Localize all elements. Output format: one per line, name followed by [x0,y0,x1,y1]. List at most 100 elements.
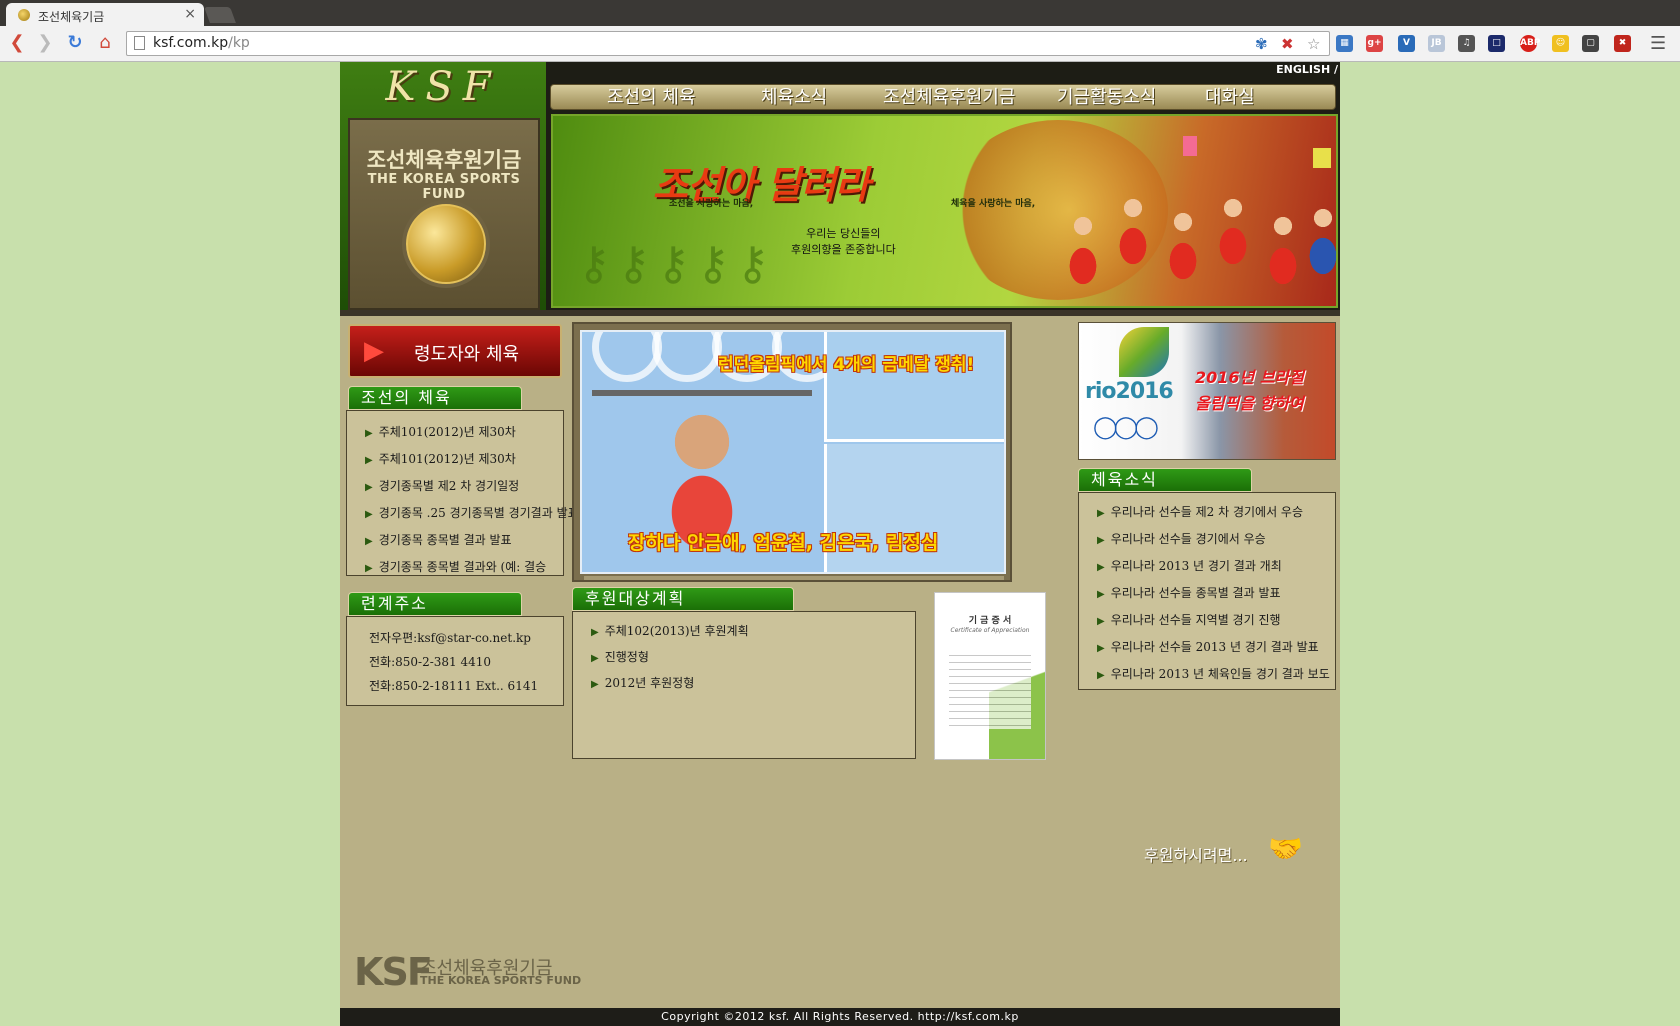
fund-name-en: THE KOREA SPORTS FUND [367,172,521,202]
language-links[interactable]: ENGLISH / [1276,63,1338,76]
site-logo[interactable]: KSF [340,64,546,116]
notification-bell-icon[interactable]: ♫ [1458,35,1475,52]
photo-caption-top: 런던올림픽에서 4개의 금메달 쟁취! [718,355,975,375]
address-bar[interactable]: ksf.com.kp/kp ✾ ✖ ☆ [126,31,1330,56]
url-path: /kp [228,35,250,51]
nav-sports-fund[interactable]: 조선체육후원기금 [883,85,1015,111]
list-item[interactable]: ▶ 경기종목 종목별 결과와 (예: 결승 [365,558,546,575]
bullet-arrow-icon: ▶ [365,455,373,466]
list-item[interactable]: ▶ 경기종목별 제2 차 경기일정 [365,477,519,494]
list-item[interactable]: ▶ 우리나라 선수들 지역별 경기 진행 [1097,611,1281,628]
sports-news-list: ▶ 우리나라 선수들 제2 차 경기에서 우승 ▶ 우리나라 선수들 경기에서 우승… [1078,492,1336,690]
browser-menu-icon[interactable]: ☰ [1650,33,1666,54]
bullet-arrow-icon: ▶ [1097,670,1105,681]
list-item[interactable]: ▶ 우리나라 2013 년 경기 결과 개최 [1097,557,1282,574]
extension-v-icon[interactable]: V [1398,35,1415,52]
list-item-label: 경기종목별 제2 차 경기일정 [378,479,520,493]
contact-email[interactable]: 전자우편:ksf@star-co.net.kp [369,629,531,646]
list-item[interactable]: ▶ 우리나라 2013 년 체육인들 경기 결과 보도 [1097,665,1330,682]
athletes-photo [1053,126,1336,306]
contact-box: 전자우편:ksf@star-co.net.kp 전화:850-2-381 441… [346,616,564,706]
certificate-title: 기 금 증 서 [968,616,1012,626]
contact-phone-ext: 전화:850-2-18111 Ext.. 6141 [369,679,539,693]
korea-sports-tab[interactable]: 조선의 체육 [348,386,522,410]
adblock-icon[interactable]: ABP [1520,35,1540,52]
list-item-label: 우리나라 선수들 종목별 결과 발표 [1110,586,1281,600]
extension-book-icon[interactable]: □ [1488,35,1505,52]
list-item-label: 경기종목 종목별 결과와 (예: 결승 [378,560,547,574]
list-item[interactable]: ▶ 우리나라 선수들 제2 차 경기에서 우승 [1097,503,1303,520]
nav-sports-news[interactable]: 체육소식 [761,85,827,111]
list-item[interactable]: ▶ 경기종목 종목별 결과 발표 [365,531,512,548]
bullet-arrow-icon: ▶ [365,563,373,574]
certificate-thumbnail[interactable]: 기 금 증 서 Certificate of Appreciation [934,592,1046,760]
close-tab-icon[interactable]: × [184,6,196,22]
nav-korea-sports[interactable]: 조선의 체육 [607,85,696,111]
forward-icon[interactable]: ❯ [34,32,56,54]
bookmark-star-icon[interactable]: ☆ [1307,35,1320,53]
list-item[interactable]: ▶ 진행정형 [591,648,649,665]
bullet-arrow-icon: ▶ [1097,643,1105,654]
list-item[interactable]: ▶ 2012년 후원정형 [591,674,694,691]
list-item-label: 주체101(2012)년 제30차 [378,452,516,466]
bullet-arrow-icon: ▶ [365,482,373,493]
extension-x-icon[interactable]: ✖ [1614,35,1631,52]
extension-gplus-icon[interactable]: g+ [1366,35,1383,52]
bullet-arrow-icon: ▶ [1097,508,1105,519]
list-item-label: 우리나라 선수들 지역별 경기 진행 [1110,613,1281,627]
sports-news-tab[interactable]: 체육소식 [1078,468,1252,492]
nav-chat-room[interactable]: 대화실 [1205,85,1255,111]
copyright-footer: Copyright ©2012 ksf. All Rights Reserved… [340,1008,1340,1026]
reload-icon[interactable]: ↻ [64,32,86,54]
list-item[interactable]: ▶ 우리나라 선수들 경기에서 우승 [1097,530,1266,547]
tab-title: 조선체육기금 [38,10,105,24]
list-item[interactable]: ▶ 주체101(2012)년 제30차 [365,423,516,440]
banner-sub2: 체육을 사랑하는 마음, [951,199,1036,209]
rio-line1: 2016년 브라질 [1195,368,1304,387]
sponsor-link[interactable]: 후원하시려면... 🤝 [1144,832,1340,872]
cast-icon[interactable]: ▢ [1582,35,1599,52]
url-text[interactable]: ksf.com.kp/kp [153,35,250,51]
extension-smile-icon[interactable]: ☺ [1552,35,1569,52]
sponsor-plan-tab[interactable]: 후원대상계획 [572,587,794,611]
rio-2016-banner[interactable]: rio2016 ◯◯◯ 2016년 브라질 올림픽을 향하여 [1078,322,1336,460]
leader-and-sports-button[interactable]: ▶ 령도자와 체육 [348,324,562,378]
contact-tab[interactable]: 련계주소 [348,592,522,616]
list-item[interactable]: ▶ 주체102(2013)년 후원계획 [591,622,749,639]
extension-folder-icon[interactable]: ▦ [1336,35,1353,52]
nav-fund-activities[interactable]: 기금활동소식 [1057,85,1156,111]
bullet-arrow-icon: ▶ [1097,589,1105,600]
back-icon[interactable]: ❮ [6,32,28,54]
new-tab-button[interactable] [204,7,236,23]
olympic-weightlifting-photo[interactable]: 런던올림픽에서 4개의 금메달 쟁취! 장하다 안금애, 엄윤철, 김은국, 림… [580,330,1006,574]
list-item[interactable]: ▶ 주체101(2012)년 제30차 [365,450,516,467]
home-icon[interactable]: ⌂ [94,32,116,54]
contact-phone: 전화:850-2-381 4410 [369,655,492,669]
photo-caption-bottom: 장하다 안금애, 엄윤철, 김은국, 림정심 [628,532,939,554]
bullet-arrow-icon: ▶ [365,428,373,439]
photo-slider-indicator[interactable] [584,576,1004,580]
page-content: KSF 조선체육후원기금 THE KOREA SPORTS FUND ENGLI… [340,62,1340,1026]
bullet-arrow-icon: ▶ [591,653,599,664]
banner-msg-line2: 후원의향을 존중합니다 [791,243,896,256]
blocked-content-icon[interactable]: ✖ [1281,35,1294,53]
banner-message: 우리는 당신들의 후원의향을 존중합니다 [791,226,896,258]
footer-logo-en: THE KOREA SPORTS FUND [420,974,582,987]
logo-panel: KSF 조선체육후원기금 THE KOREA SPORTS FUND [340,62,546,310]
list-item-label: 우리나라 선수들 경기에서 우승 [1110,532,1266,546]
browser-tab[interactable]: 조선체육기금 × [6,3,204,26]
list-item-label: 경기종목 .25 경기종목별 경기결과 발표 [378,506,579,520]
olympic-rings-icon: ◯◯◯ [1093,415,1159,440]
extension-jb-icon[interactable]: JB [1428,35,1445,52]
rio-banner-text: 2016년 브라질 올림픽을 향하여 [1195,365,1304,417]
list-item[interactable]: ▶ 경기종목 .25 경기종목별 경기결과 발표 [365,504,579,521]
bullet-arrow-icon: ▶ [591,627,599,638]
list-item[interactable]: ▶ 우리나라 선수들 2013 년 경기 결과 발표 [1097,638,1319,655]
rio-logo-text: rio2016 [1085,379,1174,404]
main-navigation: 조선의 체육 체육소식 조선체육후원기금 기금활동소식 대화실 [550,84,1336,110]
korea-sports-list: ▶ 주체101(2012)년 제30차 ▶ 주체101(2012)년 제30차 ▶ 경… [346,410,579,576]
list-item[interactable]: ▶ 우리나라 선수들 종목별 결과 발표 [1097,584,1281,601]
certificate-text-lines [949,649,1031,729]
translate-icon[interactable]: ✾ [1255,35,1268,53]
list-item-label: 2012년 후원정형 [604,676,695,690]
